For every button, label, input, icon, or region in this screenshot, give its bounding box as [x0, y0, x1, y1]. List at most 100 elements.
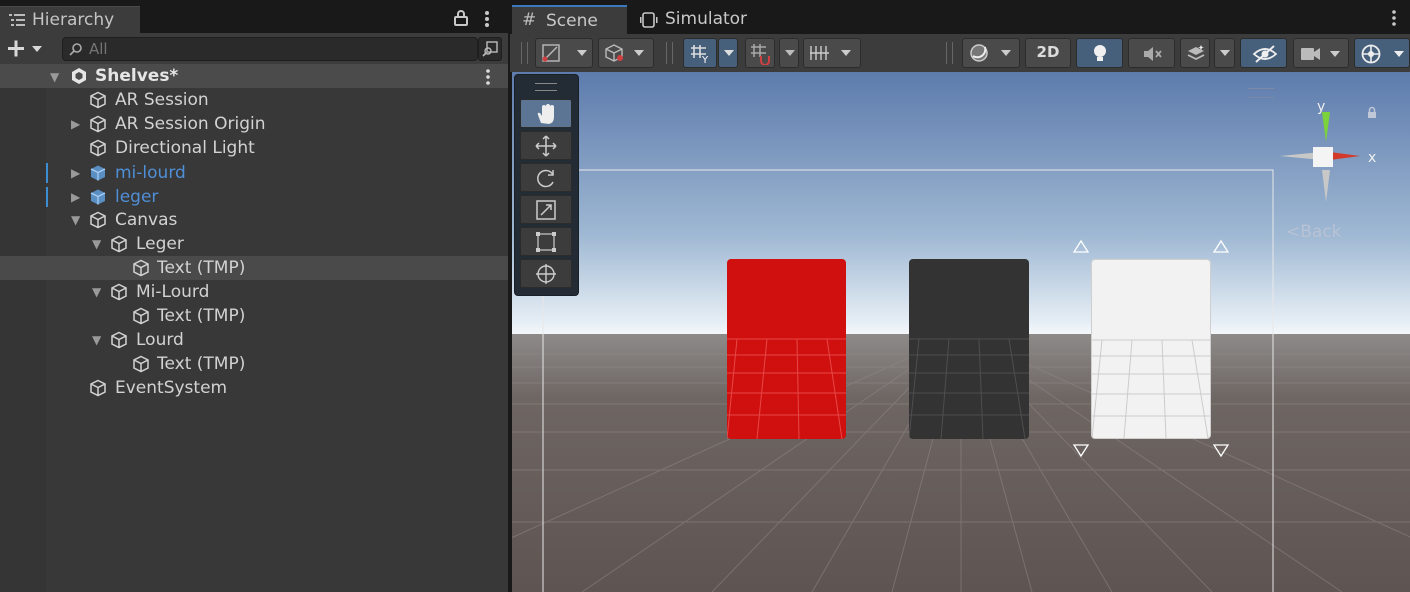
- hierarchy-item-mi-lourd-child[interactable]: ▼ Mi-Lourd: [0, 280, 508, 304]
- expand-arrow-icon[interactable]: ▼: [71, 208, 80, 232]
- snap-toggle-button[interactable]: [745, 38, 775, 68]
- draw-mode-icon: [542, 44, 587, 62]
- hierarchy-item-label: Mi-Lourd: [136, 282, 210, 302]
- hand-tool-button[interactable]: [520, 99, 572, 128]
- collapsed-arrow-icon[interactable]: ▶: [71, 161, 80, 185]
- gizmo-drag-handle[interactable]: [1248, 88, 1274, 98]
- hierarchy-item-text-tmp[interactable]: Text (TMP): [0, 256, 508, 280]
- hierarchy-item-canvas[interactable]: ▼ Canvas: [0, 208, 508, 232]
- prefab-icon: [90, 189, 106, 205]
- transform-tool-button[interactable]: [520, 259, 572, 288]
- gizmo-sphere-icon: [1361, 44, 1404, 64]
- hierarchy-item-mi-lourd[interactable]: ▶ mi-lourd: [0, 161, 508, 185]
- tab-hierarchy[interactable]: Hierarchy: [0, 6, 140, 34]
- hierarchy-item-label: Canvas: [115, 210, 178, 230]
- search-input[interactable]: [89, 39, 459, 59]
- scene-menu-icon[interactable]: [484, 69, 492, 85]
- hierarchy-item-directional-light[interactable]: Directional Light: [0, 136, 508, 160]
- hierarchy-item-label: Directional Light: [115, 138, 255, 158]
- hierarchy-item-eventsystem[interactable]: EventSystem: [0, 376, 508, 400]
- hierarchy-item-text-tmp[interactable]: Text (TMP): [0, 304, 508, 328]
- hierarchy-item-ar-session-origin[interactable]: ▶ AR Session Origin: [0, 112, 508, 136]
- search-window-icon: [482, 41, 498, 57]
- camera-settings-dropdown[interactable]: [1293, 38, 1349, 68]
- gameobject-icon: [90, 91, 106, 109]
- chevron-down-icon: [724, 50, 734, 56]
- camera-icon: [1301, 48, 1340, 60]
- rect-transform-icon: [536, 232, 556, 252]
- tab-simulator[interactable]: Simulator: [632, 5, 762, 34]
- hierarchy-item-label: Lourd: [136, 330, 184, 350]
- grid-toggle-button[interactable]: Y: [683, 38, 717, 68]
- gameobject-icon: [90, 139, 106, 157]
- hierarchy-item-label: EventSystem: [115, 378, 228, 398]
- rotate-icon: [537, 169, 554, 188]
- gizmos-dropdown[interactable]: [1354, 38, 1410, 68]
- lock-icon[interactable]: [454, 10, 468, 26]
- drag-handle-icon[interactable]: [535, 83, 557, 91]
- toolbar-separator: [946, 42, 953, 64]
- rect-transform-handles[interactable]: [1070, 238, 1232, 460]
- expand-arrow-icon[interactable]: ▼: [92, 232, 101, 256]
- gizmo-shading-dropdown[interactable]: [962, 38, 1020, 68]
- orientation-gizmo[interactable]: y x: [1276, 96, 1386, 206]
- rect-tool-button[interactable]: [520, 227, 572, 256]
- scale-tool-button[interactable]: [520, 195, 572, 224]
- increment-snap-dropdown[interactable]: [803, 38, 861, 68]
- lighting-toggle-button[interactable]: [1076, 38, 1123, 68]
- hand-icon: [537, 104, 554, 124]
- scene-visibility-toggle-button[interactable]: [1240, 38, 1287, 68]
- effects-options-dropdown[interactable]: [1214, 38, 1235, 68]
- audio-toggle-button[interactable]: [1128, 38, 1175, 68]
- hierarchy-item-leger-child[interactable]: ▼ Leger: [0, 232, 508, 256]
- hierarchy-item-label: Text (TMP): [157, 306, 246, 326]
- mute-icon: [1144, 47, 1162, 61]
- expand-arrow-icon[interactable]: ▼: [50, 65, 59, 89]
- hierarchy-item-label: Leger: [136, 234, 184, 254]
- back-chevron-icon: <: [1286, 222, 1301, 242]
- hierarchy-item-label: mi-lourd: [115, 163, 186, 183]
- hierarchy-item-label: leger: [115, 187, 159, 207]
- gizmo-y-label: y: [1317, 99, 1325, 115]
- more-options-icon[interactable]: [1390, 10, 1398, 26]
- add-button[interactable]: [5, 38, 47, 60]
- tab-scene[interactable]: # Scene: [512, 5, 627, 34]
- gizmo-back-label[interactable]: <Back: [1286, 222, 1342, 242]
- hierarchy-item-label: AR Session: [115, 90, 209, 110]
- hierarchy-item-text-tmp[interactable]: Text (TMP): [0, 352, 508, 376]
- effects-toggle-button[interactable]: [1180, 38, 1210, 68]
- eye-hidden-icon: [1252, 45, 1278, 63]
- gizmo-x-label: x: [1368, 150, 1376, 166]
- tool-palette: [514, 74, 579, 296]
- hierarchy-item-leger[interactable]: ▶ leger: [0, 185, 508, 209]
- override-indicator: [46, 187, 48, 207]
- hierarchy-item-lourd[interactable]: ▼ Lourd: [0, 328, 508, 352]
- toggle-2d-button[interactable]: 2D: [1025, 38, 1071, 68]
- search-options-button[interactable]: [478, 37, 502, 61]
- hierarchy-item-ar-session[interactable]: AR Session: [0, 88, 508, 112]
- draw-mode-dropdown[interactable]: [535, 38, 593, 68]
- collapsed-arrow-icon[interactable]: ▶: [71, 185, 80, 209]
- hierarchy-item-label: Text (TMP): [157, 258, 246, 278]
- tab-hierarchy-label: Hierarchy: [32, 10, 115, 30]
- back-text: Back: [1300, 222, 1342, 242]
- snap-options-dropdown[interactable]: [779, 38, 799, 68]
- scene-row[interactable]: ▼ Shelves*: [0, 64, 508, 88]
- sphere-icon: [970, 44, 1011, 62]
- card-dark[interactable]: [909, 259, 1029, 439]
- search-field[interactable]: [62, 37, 478, 61]
- move-tool-button[interactable]: [520, 131, 572, 160]
- collapsed-arrow-icon[interactable]: ▶: [71, 112, 80, 136]
- grid-options-dropdown[interactable]: [718, 38, 738, 68]
- move-arrows-icon: [535, 135, 557, 157]
- svg-text:Y: Y: [701, 55, 709, 64]
- card-grid-reflection: [727, 338, 846, 439]
- expand-arrow-icon[interactable]: ▼: [92, 280, 101, 304]
- render-mode-dropdown[interactable]: [598, 38, 654, 68]
- scene-name: Shelves*: [95, 66, 179, 86]
- expand-arrow-icon[interactable]: ▼: [92, 328, 101, 352]
- grid-hash-icon: #: [522, 10, 537, 30]
- rotate-tool-button[interactable]: [520, 163, 572, 192]
- more-options-icon[interactable]: [482, 10, 492, 28]
- card-red[interactable]: [727, 259, 846, 439]
